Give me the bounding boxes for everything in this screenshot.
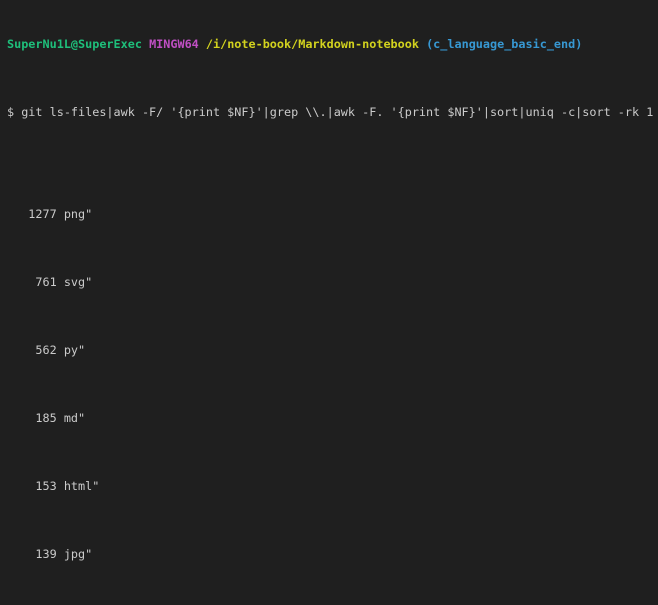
- prompt-separator: [142, 37, 149, 51]
- file-extension: py": [64, 343, 85, 357]
- column-gap: [57, 479, 64, 493]
- output-row: 185 md": [7, 410, 658, 427]
- user-host-text: SuperNu1L@SuperExec: [7, 37, 142, 51]
- command-line: $ git ls-files|awk -F/ '{print $NF}'|gre…: [7, 104, 658, 121]
- file-extension: png": [64, 207, 92, 221]
- terminal-window[interactable]: SuperNu1L@SuperExec MINGW64 /i/note-book…: [0, 0, 658, 605]
- git-branch-text: (c_language_basic_end): [426, 37, 582, 51]
- column-gap: [57, 207, 64, 221]
- file-extension: html": [64, 479, 100, 493]
- column-gap: [57, 343, 64, 357]
- file-count: 1277: [7, 206, 57, 223]
- file-count: 185: [7, 410, 57, 427]
- command-output-list: 1277 png" 761 svg" 562 py" 185 md" 153 h…: [7, 172, 658, 605]
- command-text: $ git ls-files|awk -F/ '{print $NF}'|gre…: [7, 105, 653, 119]
- shell-name-text: MINGW64: [149, 37, 199, 51]
- output-row: 1277 png": [7, 206, 658, 223]
- file-extension: md": [64, 411, 85, 425]
- column-gap: [57, 411, 64, 425]
- column-gap: [57, 275, 64, 289]
- file-count: 562: [7, 342, 57, 359]
- prompt-separator: [199, 37, 206, 51]
- file-extension: svg": [64, 275, 92, 289]
- prompt-line: SuperNu1L@SuperExec MINGW64 /i/note-book…: [7, 36, 658, 53]
- file-count: 153: [7, 478, 57, 495]
- file-count: 761: [7, 274, 57, 291]
- file-count: 139: [7, 546, 57, 563]
- prompt-separator: [419, 37, 426, 51]
- output-row: 153 html": [7, 478, 658, 495]
- output-row: 761 svg": [7, 274, 658, 291]
- column-gap: [57, 547, 64, 561]
- output-row: 562 py": [7, 342, 658, 359]
- cwd-path-text: /i/note-book/Markdown-notebook: [206, 37, 419, 51]
- file-extension: jpg": [64, 547, 92, 561]
- output-row: 139 jpg": [7, 546, 658, 563]
